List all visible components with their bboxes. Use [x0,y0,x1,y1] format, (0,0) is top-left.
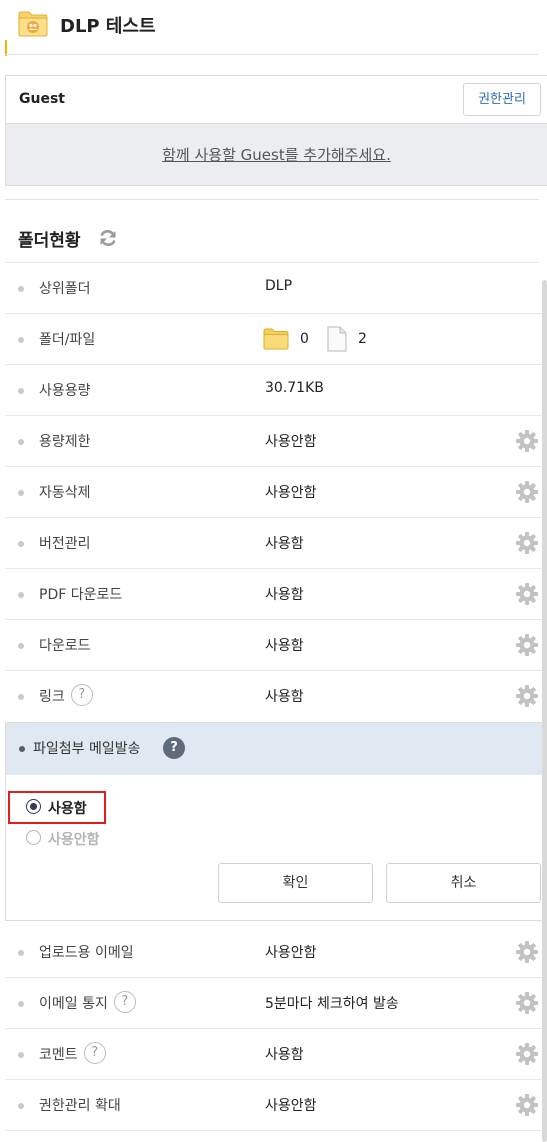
permission-manage-button[interactable]: 권한관리 [463,83,541,116]
bullet [18,1052,24,1058]
row-comment: 코멘트? 사용함 [5,1029,542,1080]
row-upload-email: 업로드용 이메일 사용안함 [5,927,542,978]
bullet [18,286,24,292]
folder-count: 0 [300,331,309,347]
row-version-control: 버전관리 사용함 [5,518,542,569]
help-icon[interactable]: ? [83,1042,106,1064]
mail-attach-label: 파일첨부 메일발송 [33,741,141,757]
gear-icon[interactable] [515,429,539,453]
row-value: 사용함 [265,638,304,654]
row-value: 사용안함 [265,434,317,450]
radio-checked-icon[interactable] [26,799,41,814]
bullet [18,643,24,649]
bullet [18,541,24,547]
row-value: 5분마다 체크하여 발송 [265,996,399,1012]
help-icon[interactable]: ? [70,684,93,706]
row-permission-extend: 권한관리 확대 사용안함 [5,1080,542,1131]
bullet [19,746,25,752]
row-value: 사용안함 [265,1098,317,1114]
cancel-button[interactable]: 취소 [386,863,541,903]
bullet [18,388,24,394]
guest-section: Guest 권한관리 함께 사용할 Guest를 추가해주세요. [5,75,547,186]
gear-icon[interactable] [515,480,539,504]
guest-label: Guest [19,91,65,107]
row-value: 사용함 [265,587,304,603]
row-label-text: 이메일 통지 [39,996,108,1012]
row-email-notify: 이메일 통지? 5분마다 체크하여 발송 [5,978,542,1029]
folder-icon [263,328,289,350]
row-link: 링크? 사용함 [5,671,542,722]
row-folder-file: 폴더/파일 0 2 [5,314,542,365]
row-pdf-download: PDF 다운로드 사용함 [5,569,542,620]
gear-icon[interactable] [515,1042,539,1066]
gear-icon[interactable] [515,531,539,555]
divider [5,54,539,55]
row-value: 사용함 [265,689,304,705]
row-label-text: 링크 [39,689,65,705]
section-title: 폴더현황 [18,231,81,251]
guest-empty-area: 함께 사용할 Guest를 추가해주세요. [6,123,547,185]
row-label: 용량제한 [39,434,91,450]
header: DLP 테스트 [0,0,547,56]
page-title: DLP 테스트 [60,16,156,37]
row-value: 사용안함 [265,945,317,961]
bullet [18,490,24,496]
row-label: 링크? [39,684,93,708]
bullet [18,1103,24,1109]
row-label-text: 코멘트 [39,1047,78,1063]
row-capacity-limit: 용량제한 사용안함 [5,416,542,467]
row-label: 업로드용 이메일 [39,945,134,961]
bullet [18,950,24,956]
mail-attach-header: 파일첨부 메일발송 ? [6,723,547,775]
radio-label: 사용함 [48,801,87,817]
row-value: 사용함 [265,536,304,552]
help-icon[interactable]: ? [163,737,185,759]
radio-label: 사용안함 [48,832,100,848]
row-label: 이메일 통지? [39,991,136,1015]
gear-icon[interactable] [515,940,539,964]
gear-icon[interactable] [515,1093,539,1117]
row-label: 코멘트? [39,1042,106,1066]
row-label: 권한관리 확대 [39,1098,121,1114]
bullet [18,1001,24,1007]
folder-info-panel: DLP 테스트 Guest 권한관리 함께 사용할 Guest를 추가해주세요.… [0,0,547,1142]
shared-folder-icon [18,11,48,37]
gear-icon[interactable] [515,633,539,657]
row-download: 다운로드 사용함 [5,620,542,671]
bullet [18,694,24,700]
guest-header: Guest 권한관리 [6,76,547,123]
row-label: 상위폴더 [39,281,91,297]
confirm-button[interactable]: 확인 [218,863,373,903]
add-guest-link[interactable]: 함께 사용할 Guest를 추가해주세요. [6,144,547,165]
row-auto-delete: 자동삭제 사용안함 [5,467,542,518]
row-label: 자동삭제 [39,485,91,501]
bullet [18,592,24,598]
row-usage: 사용용량 30.71KB [5,365,542,416]
row-label: 폴더/파일 [39,332,96,348]
row-label: 사용용량 [39,383,91,399]
scrollbar[interactable] [542,280,547,1142]
divider [5,199,539,200]
row-value: 사용안함 [265,485,317,501]
row-value: DLP [265,278,293,294]
gear-icon[interactable] [515,991,539,1015]
refresh-icon[interactable] [98,228,118,248]
row-label: PDF 다운로드 [39,587,123,603]
row-label: 다운로드 [39,638,91,654]
gear-icon[interactable] [515,582,539,606]
bullet [18,439,24,445]
mail-attach-panel: 파일첨부 메일발송 ? 사용함 사용안함 확인 취소 [5,722,547,921]
row-parent-folder: 상위폴더 DLP [5,263,542,314]
file-count: 2 [358,331,367,347]
gear-icon[interactable] [515,684,539,708]
help-icon[interactable]: ? [113,991,136,1013]
bullet [18,337,24,343]
row-value: 사용함 [265,1047,304,1063]
file-icon [327,326,347,352]
row-label: 버전관리 [39,536,91,552]
row-value: 30.71KB [265,380,324,396]
radio-unchecked-icon[interactable] [26,830,41,845]
